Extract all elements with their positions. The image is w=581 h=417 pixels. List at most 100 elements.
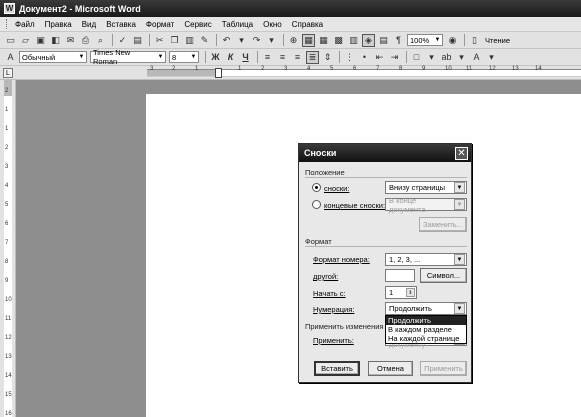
- hyperlink-icon[interactable]: ⊕: [287, 34, 300, 47]
- ruler-number: 1: [195, 66, 199, 72]
- menu-edit[interactable]: Правка: [45, 20, 72, 29]
- number-format-select[interactable]: 1, 2, 3, ... ▼: [385, 253, 467, 266]
- highlight-icon[interactable]: ab: [440, 51, 453, 64]
- numbering-select[interactable]: Продолжить ▼: [385, 302, 467, 315]
- apply-button[interactable]: Применить: [420, 361, 467, 376]
- vruler-number: 1: [5, 107, 9, 113]
- font-size-combo[interactable]: 8 ▼: [169, 51, 199, 63]
- numbering-option[interactable]: В каждом разделе: [386, 325, 466, 334]
- footnotes-radio[interactable]: [312, 183, 321, 192]
- start-at-input[interactable]: 1 ⇕: [385, 286, 417, 299]
- ruler-number: 12: [489, 66, 496, 72]
- undo-dropdown-icon[interactable]: ▾: [235, 34, 248, 47]
- spinner-icon[interactable]: ⇕: [406, 288, 415, 297]
- bold-button[interactable]: Ж: [209, 51, 222, 64]
- indent-marker[interactable]: [215, 68, 222, 78]
- help-icon[interactable]: ◉: [446, 34, 459, 47]
- border-dropdown-icon[interactable]: ▾: [425, 51, 438, 64]
- increase-indent-icon[interactable]: ⇥: [388, 51, 401, 64]
- research-icon[interactable]: ▤: [131, 34, 144, 47]
- justify-icon[interactable]: ≣: [306, 50, 319, 64]
- vruler-number: 1: [5, 126, 9, 132]
- custom-mark-input[interactable]: [385, 269, 415, 282]
- toolbar-separator: [257, 51, 258, 63]
- footnotes-location-value: Внизу страницы: [389, 183, 446, 192]
- email-icon[interactable]: ✉: [64, 34, 77, 47]
- align-center-icon[interactable]: ≡: [276, 51, 289, 64]
- tab-selector-icon[interactable]: L: [3, 68, 13, 78]
- font-color-dropdown-icon[interactable]: ▾: [485, 51, 498, 64]
- underline-button[interactable]: Ч: [239, 51, 252, 64]
- menu-help[interactable]: Справка: [292, 20, 323, 29]
- chevron-down-icon: ▼: [454, 254, 465, 265]
- redo-dropdown-icon[interactable]: ▾: [265, 34, 278, 47]
- align-left-icon[interactable]: ≡: [261, 51, 274, 64]
- print-preview-icon[interactable]: ⌕: [94, 34, 107, 47]
- symbol-button[interactable]: Символ...: [420, 268, 467, 283]
- close-icon[interactable]: ✕: [455, 146, 468, 160]
- footnotes-location-select[interactable]: Внизу страницы ▼: [385, 181, 467, 194]
- vruler-number: 5: [5, 202, 9, 208]
- save-icon[interactable]: ▣: [34, 34, 47, 47]
- redo-icon[interactable]: ↷: [250, 34, 263, 47]
- new-document-icon[interactable]: ▭: [4, 34, 17, 47]
- menu-insert[interactable]: Вставка: [106, 20, 136, 29]
- cut-icon[interactable]: ✂: [153, 34, 166, 47]
- tables-borders-icon[interactable]: ▦: [302, 33, 315, 47]
- document-map-icon[interactable]: ▤: [377, 34, 390, 47]
- menu-format[interactable]: Формат: [146, 20, 174, 29]
- convert-button[interactable]: Заменить...: [419, 217, 467, 232]
- read-icon[interactable]: ▯: [468, 34, 481, 47]
- numbering-option[interactable]: Продолжить: [386, 316, 466, 325]
- apply-label: Применить:: [313, 336, 354, 345]
- columns-icon[interactable]: ▥: [347, 34, 360, 47]
- spelling-icon[interactable]: ✓: [116, 34, 129, 47]
- toolbar-separator: [205, 51, 206, 63]
- style-value: Обычный: [22, 52, 56, 62]
- drawing-icon[interactable]: ◈: [362, 33, 375, 47]
- bullets-icon[interactable]: •: [358, 51, 371, 64]
- insert-table-icon[interactable]: ▦: [317, 34, 330, 47]
- zoom-combo[interactable]: 100% ▼: [407, 34, 443, 46]
- font-combo[interactable]: Times New Roman ▼: [90, 48, 166, 66]
- vruler-number: 2: [5, 145, 9, 151]
- numbering-option[interactable]: На каждой странице: [386, 334, 466, 343]
- menu-window[interactable]: Окно: [263, 20, 282, 29]
- show-hide-icon[interactable]: ¶: [392, 34, 405, 47]
- endnotes-radio[interactable]: [312, 200, 321, 209]
- align-right-icon[interactable]: ≡: [291, 51, 304, 64]
- horizontal-ruler[interactable]: L 3 2 1 1 2 3 4 5 6 7 8 9 10 11 12 13 14: [0, 66, 581, 80]
- cancel-button[interactable]: Отмена: [368, 361, 413, 376]
- print-icon[interactable]: ⎙: [79, 34, 92, 47]
- copy-icon[interactable]: ❐: [168, 34, 181, 47]
- menu-tools[interactable]: Сервис: [184, 20, 211, 29]
- menu-table[interactable]: Таблица: [222, 20, 253, 29]
- menu-file[interactable]: Файл: [15, 20, 35, 29]
- decrease-indent-icon[interactable]: ⇤: [373, 51, 386, 64]
- permission-icon[interactable]: ◧: [49, 34, 62, 47]
- endnotes-location-value: В конце документа: [389, 195, 426, 214]
- vruler-number: 11: [5, 316, 12, 322]
- insert-excel-icon[interactable]: ▩: [332, 34, 345, 47]
- vruler-number: 12: [5, 335, 12, 341]
- style-combo[interactable]: Обычный ▼: [19, 51, 87, 63]
- line-spacing-icon[interactable]: ⇕: [321, 51, 334, 64]
- menu-view[interactable]: Вид: [82, 20, 96, 29]
- numbering-icon[interactable]: ⋮: [343, 51, 356, 64]
- insert-button[interactable]: Вставить: [314, 361, 360, 376]
- italic-button[interactable]: К: [224, 51, 237, 64]
- open-icon[interactable]: ▱: [19, 34, 32, 47]
- font-color-icon[interactable]: A: [470, 51, 483, 64]
- vertical-ruler[interactable]: 2 1 1 2 3 4 5 6 7 8 9 10 11 12 13 14 15 16: [0, 80, 16, 417]
- format-painter-icon[interactable]: ✎: [198, 34, 211, 47]
- undo-icon[interactable]: ↶: [220, 34, 233, 47]
- paste-icon[interactable]: ▥: [183, 34, 196, 47]
- vruler-number: 2: [5, 88, 9, 94]
- reading-mode-button[interactable]: Чтение: [485, 36, 510, 45]
- border-icon[interactable]: □: [410, 51, 423, 64]
- highlight-dropdown-icon[interactable]: ▾: [455, 51, 468, 64]
- ruler-number: 4: [307, 66, 311, 72]
- styles-pane-icon[interactable]: A: [4, 51, 17, 64]
- endnotes-location-select[interactable]: В конце документа ▼: [385, 195, 467, 214]
- menu-grip[interactable]: [6, 19, 9, 29]
